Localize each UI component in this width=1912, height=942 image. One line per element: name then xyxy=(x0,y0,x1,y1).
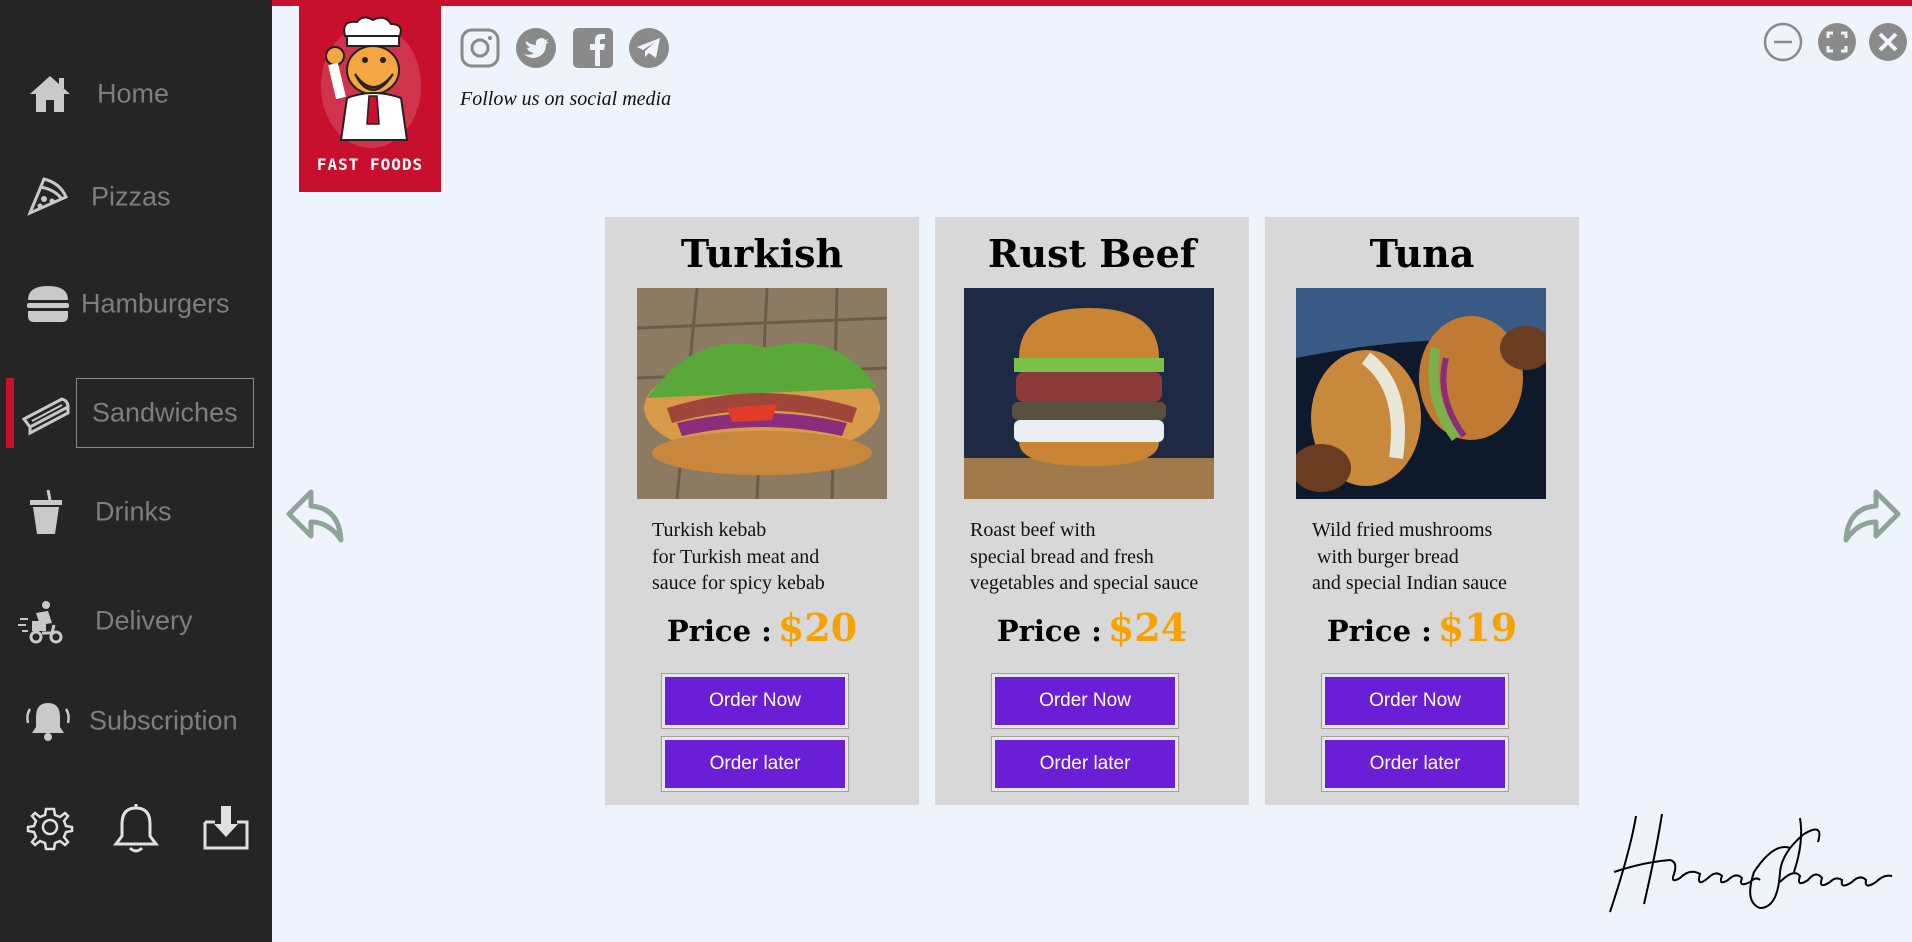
price-value: $20 xyxy=(777,605,858,650)
product-title: Rust Beef xyxy=(987,231,1197,276)
sidebar-item-hamburgers[interactable]: Hamburgers xyxy=(0,269,272,339)
sandwich-icon xyxy=(21,389,70,437)
sidebar-item-pizzas[interactable]: Pizzas xyxy=(0,162,272,232)
brand-name: FAST FOODS xyxy=(316,155,424,174)
order-now-label: Order Now xyxy=(1325,677,1505,725)
download-icon[interactable] xyxy=(201,800,251,854)
hamburger-icon xyxy=(24,280,72,328)
sidebar-item-drinks[interactable]: Drinks xyxy=(0,477,272,547)
sidebar-item-sandwiches[interactable]: Sandwiches xyxy=(0,378,272,448)
sidebar-item-label: Sandwiches xyxy=(92,397,238,428)
order-later-button[interactable]: Order later xyxy=(1321,736,1509,792)
order-now-button[interactable]: Order Now xyxy=(661,673,849,729)
order-now-button[interactable]: Order Now xyxy=(991,673,1179,729)
top-accent-bar xyxy=(272,0,1912,6)
home-icon xyxy=(26,70,74,118)
product-title: Tuna xyxy=(1369,231,1475,276)
delivery-icon xyxy=(18,597,66,645)
price-row: Price : $19 xyxy=(1265,605,1579,650)
price-row: Price : $24 xyxy=(935,605,1249,650)
price-row: Price : $20 xyxy=(605,605,919,650)
product-title: Turkish xyxy=(680,231,844,276)
sidebar-item-subscription[interactable]: Subscription xyxy=(0,686,272,756)
order-now-label: Order Now xyxy=(665,677,845,725)
gear-icon[interactable] xyxy=(25,800,75,854)
order-later-button[interactable]: Order later xyxy=(661,736,849,792)
sidebar-item-delivery[interactable]: Delivery xyxy=(0,586,272,656)
follow-caption: Follow us on social media xyxy=(460,88,672,110)
product-description: Turkish kebab for Turkish meat and sauce… xyxy=(652,519,825,594)
sidebar-item-label: Drinks xyxy=(95,496,172,527)
sidebar-item-label: Home xyxy=(97,78,170,109)
product-card-rust-beef: Rust Beef Roast beef with special bread … xyxy=(935,217,1249,805)
bell-icon[interactable] xyxy=(111,800,161,854)
sidebar-item-home[interactable]: Home xyxy=(0,59,272,129)
order-later-label: Order later xyxy=(665,740,845,788)
close-icon[interactable] xyxy=(1868,22,1908,62)
product-description: Wild fried mushrooms with burger bread a… xyxy=(1312,519,1507,594)
author-signature xyxy=(1604,812,1894,917)
chef-mascot-icon xyxy=(321,16,421,148)
back-arrow-icon[interactable] xyxy=(285,486,347,546)
product-image xyxy=(964,288,1214,499)
twitter-icon[interactable] xyxy=(514,26,558,70)
price-label: Price : xyxy=(666,614,772,648)
sidebar: Home Pizzas Hamburgers Sandwiches Drinks… xyxy=(0,0,272,942)
product-description: Roast beef with special bread and fresh … xyxy=(970,519,1199,594)
order-now-button[interactable]: Order Now xyxy=(1321,673,1509,729)
facebook-icon[interactable] xyxy=(571,26,615,70)
pizza-icon xyxy=(22,173,70,221)
brand-logo[interactable]: FAST FOODS xyxy=(299,0,441,192)
subscription-icon xyxy=(24,697,72,745)
order-now-label: Order Now xyxy=(995,677,1175,725)
product-image xyxy=(637,288,887,499)
product-image xyxy=(1296,288,1546,499)
telegram-icon[interactable] xyxy=(627,26,671,70)
price-value: $19 xyxy=(1437,605,1518,650)
order-later-label: Order later xyxy=(1325,740,1505,788)
order-later-button[interactable]: Order later xyxy=(991,736,1179,792)
drink-icon xyxy=(22,488,70,536)
product-card-tuna: Tuna Wild fried mushrooms with burger br… xyxy=(1265,217,1579,805)
order-later-label: Order later xyxy=(995,740,1175,788)
product-card-turkish: Turkish Turkish kebab for Turkish meat a… xyxy=(605,217,919,805)
price-value: $24 xyxy=(1107,605,1188,650)
sidebar-item-label: Subscription xyxy=(89,705,238,736)
sidebar-item-label: Pizzas xyxy=(91,181,171,212)
price-label: Price : xyxy=(996,614,1102,648)
sidebar-item-label: Delivery xyxy=(95,605,193,636)
instagram-icon[interactable] xyxy=(458,26,502,70)
sidebar-item-label: Hamburgers xyxy=(81,288,230,319)
price-label: Price : xyxy=(1326,614,1432,648)
forward-arrow-icon[interactable] xyxy=(1840,486,1902,546)
maximize-icon[interactable] xyxy=(1817,22,1857,62)
minimize-icon[interactable] xyxy=(1763,22,1803,62)
